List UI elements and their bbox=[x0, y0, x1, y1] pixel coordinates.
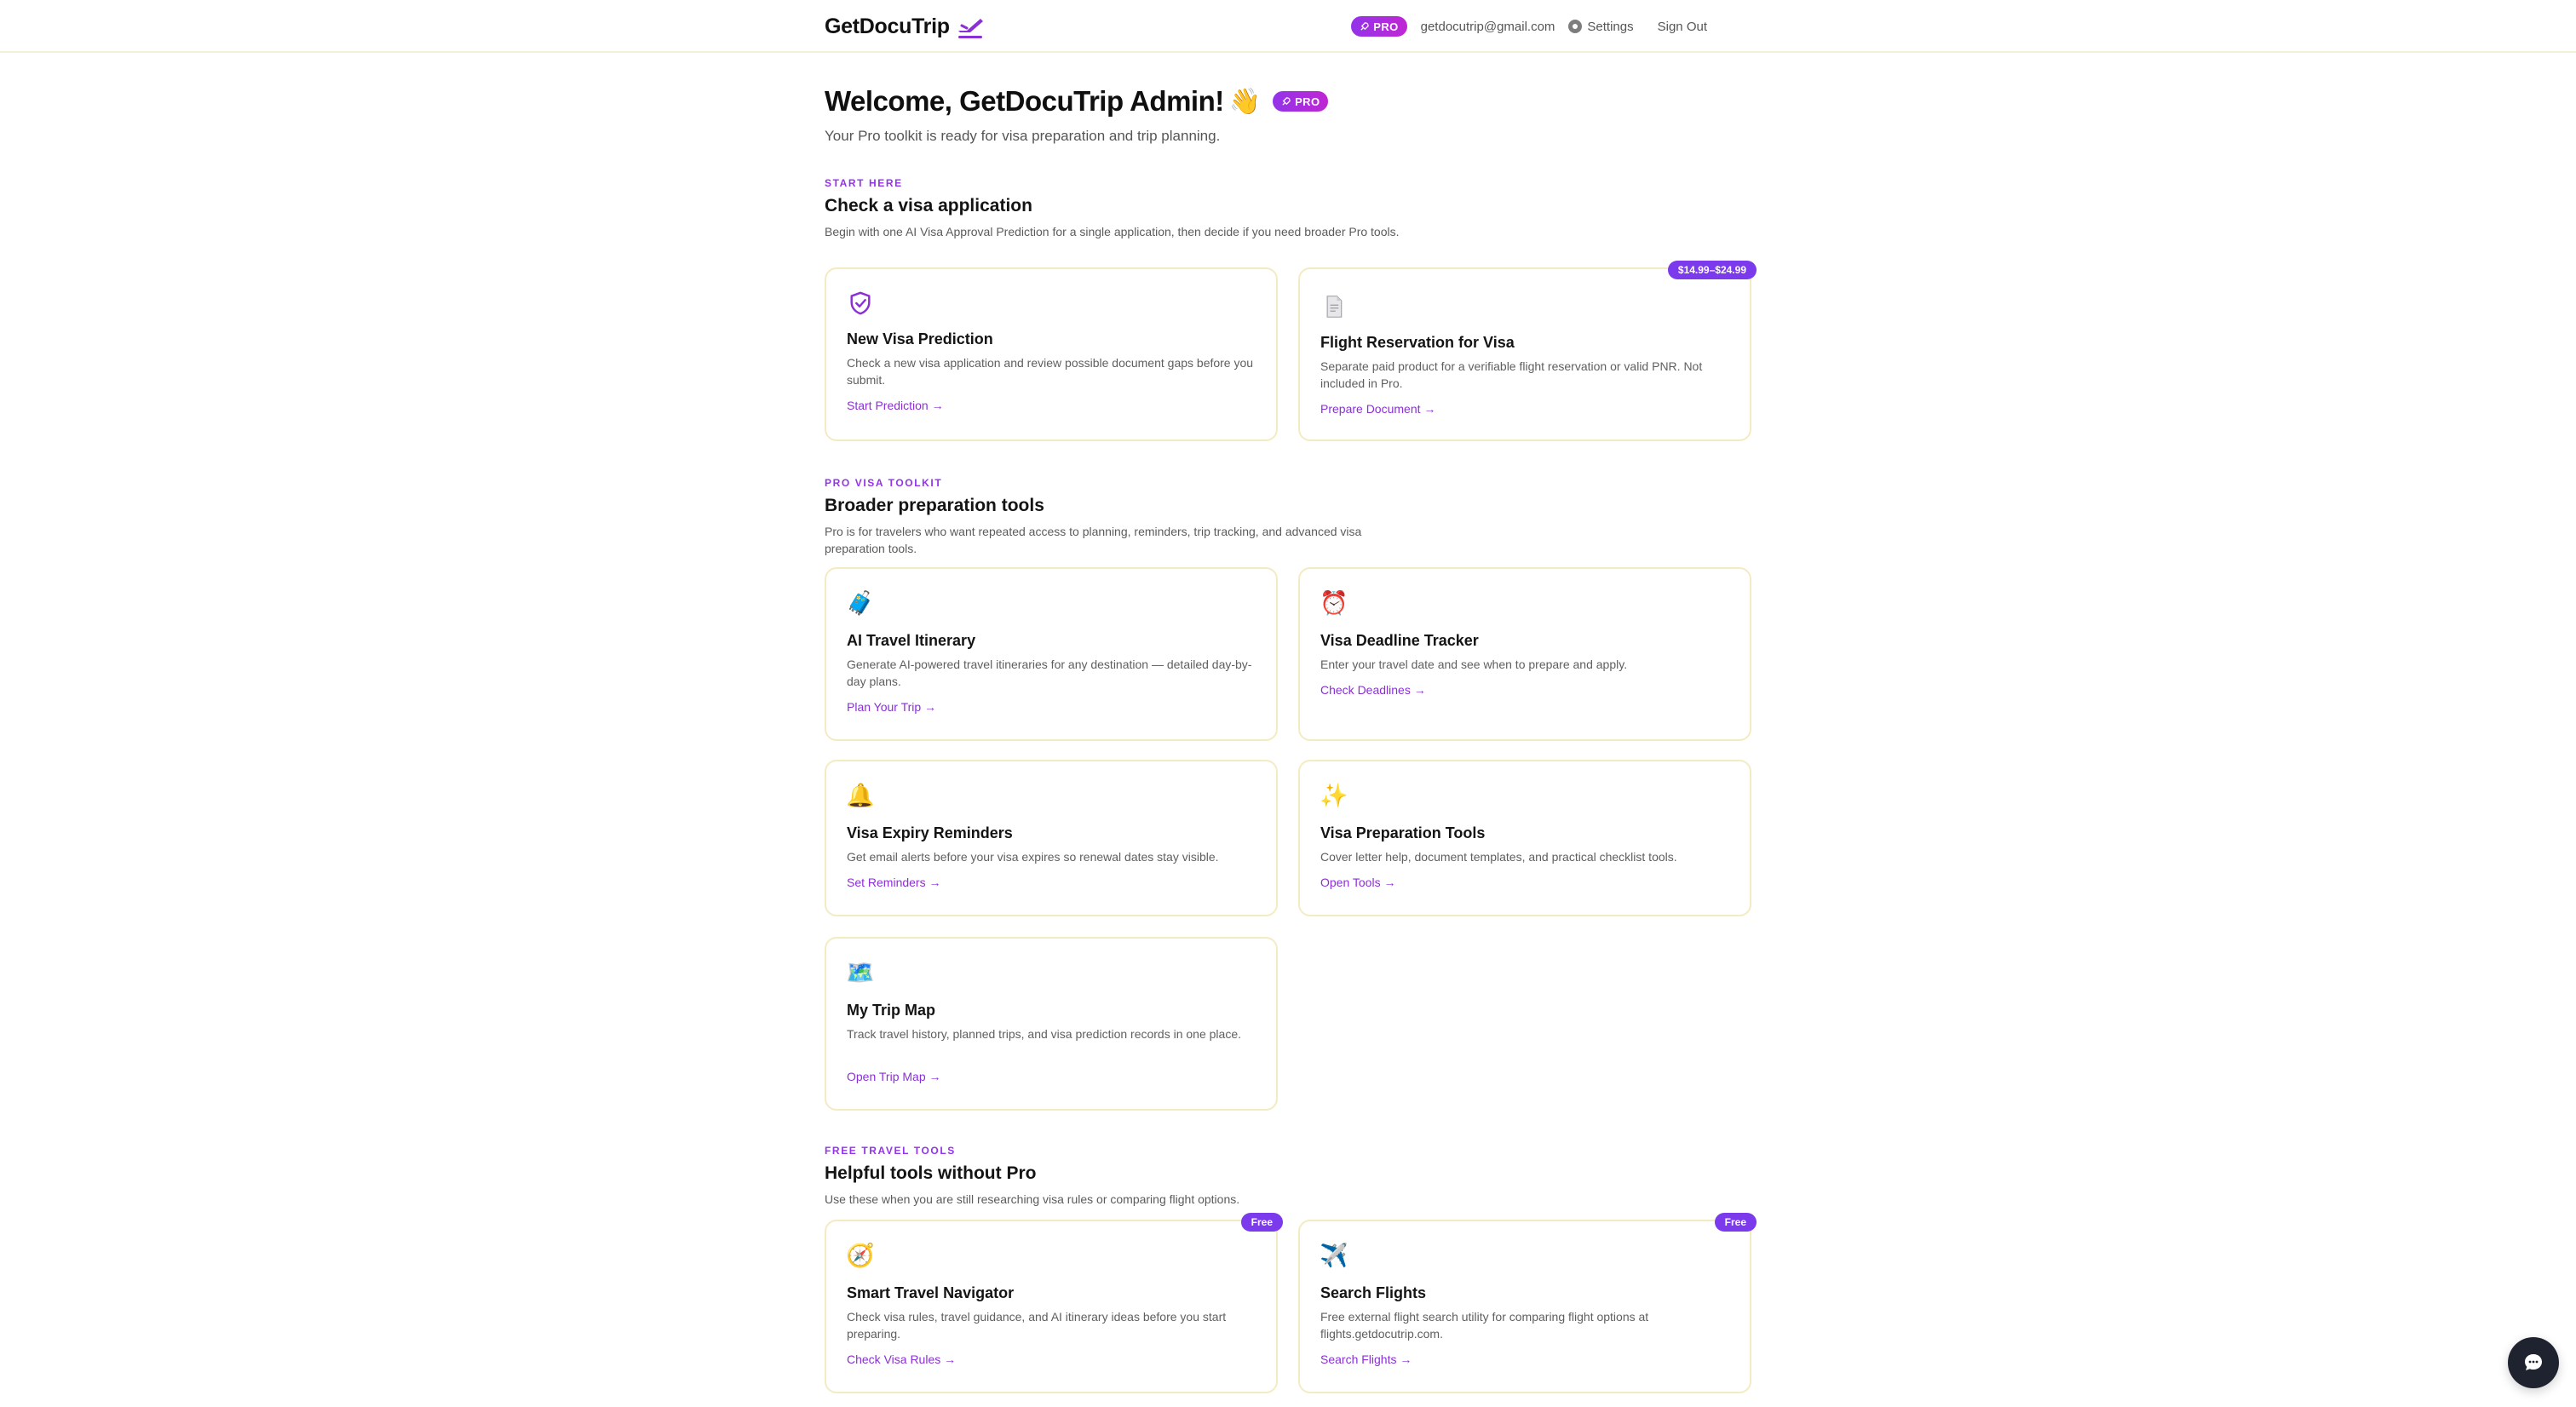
card-title: Flight Reservation for Visa bbox=[1320, 334, 1515, 351]
card-title: Visa Deadline Tracker bbox=[1320, 632, 1479, 649]
welcome-hero: Welcome, GetDocuTrip Admin! 👋 PRO Your P… bbox=[825, 85, 1753, 145]
card-visa-expiry-reminders[interactable]: 🔔 Visa Expiry Reminders Get email alerts… bbox=[825, 760, 1278, 916]
rocket-icon bbox=[1360, 21, 1369, 31]
card-new-visa-prediction[interactable]: New Visa Prediction Check a new visa app… bbox=[825, 267, 1278, 441]
card-description: Get email alerts before your visa expire… bbox=[847, 850, 1219, 864]
map-icon: 🗺️ bbox=[846, 960, 875, 985]
section-description: Pro is for travelers who want repeated a… bbox=[825, 525, 1362, 555]
open-tools-link[interactable]: Open Tools → bbox=[1320, 876, 1395, 889]
sparkles-icon: ✨ bbox=[1320, 783, 1348, 808]
page-title: Welcome, GetDocuTrip Admin! bbox=[825, 85, 1224, 117]
bell-icon: 🔔 bbox=[846, 783, 875, 808]
card-title: New Visa Prediction bbox=[847, 330, 993, 347]
free-badge: Free bbox=[1714, 1213, 1757, 1232]
check-deadlines-link[interactable]: Check Deadlines → bbox=[1320, 683, 1426, 697]
waving-hand-icon: 👋 bbox=[1228, 87, 1262, 116]
card-title: Smart Travel Navigator bbox=[847, 1284, 1015, 1301]
header-actions: PRO getdocutrip@gmail.com Settings Sign … bbox=[1351, 14, 1707, 38]
rocket-icon bbox=[1282, 96, 1291, 106]
airplane-icon: ✈️ bbox=[1320, 1243, 1348, 1268]
section-eyebrow: PRO VISA TOOLKIT bbox=[825, 477, 943, 489]
open-trip-map-link[interactable]: Open Trip Map → bbox=[847, 1070, 941, 1083]
card-description: Free external flight search utility for … bbox=[1320, 1310, 1649, 1341]
search-flights-link[interactable]: Search Flights → bbox=[1320, 1352, 1412, 1366]
card-title: My Trip Map bbox=[847, 1002, 936, 1019]
page-subtitle: Your Pro toolkit is ready for visa prepa… bbox=[825, 128, 1221, 144]
card-description: Cover letter help, document templates, a… bbox=[1320, 850, 1677, 864]
card-ai-travel-itinerary[interactable]: 🧳 AI Travel Itinerary Generate AI-powere… bbox=[825, 567, 1278, 741]
check-visa-rules-link[interactable]: Check Visa Rules → bbox=[847, 1352, 956, 1366]
plane-takeoff-icon bbox=[957, 19, 983, 38]
card-title: Visa Preparation Tools bbox=[1320, 824, 1486, 841]
set-reminders-link[interactable]: Set Reminders → bbox=[847, 876, 940, 889]
card-description: Check visa rules, travel guidance, and A… bbox=[847, 1310, 1227, 1341]
section-pro-toolkit: PRO VISA TOOLKIT Broader preparation too… bbox=[825, 477, 1753, 557]
pro-badge: PRO bbox=[1273, 91, 1329, 112]
card-my-trip-map[interactable]: 🗺️ My Trip Map Track travel history, pla… bbox=[825, 937, 1278, 1111]
card-flight-reservation[interactable]: $14.99–$24.99 Flight Reservation for Vis… bbox=[1298, 261, 1757, 441]
shield-check-icon bbox=[847, 290, 874, 317]
section-eyebrow: FREE TRAVEL TOOLS bbox=[825, 1145, 956, 1157]
card-title: Visa Expiry Reminders bbox=[847, 824, 1013, 841]
plan-your-trip-link[interactable]: Plan Your Trip → bbox=[847, 700, 936, 714]
sign-out-link[interactable]: Sign Out bbox=[1658, 20, 1707, 34]
section-start-here: START HERE Check a visa application Begi… bbox=[825, 177, 1753, 240]
card-visa-deadline-tracker[interactable]: ⏰ Visa Deadline Tracker Enter your trave… bbox=[1298, 567, 1751, 741]
card-description: Enter your travel date and see when to p… bbox=[1320, 658, 1628, 671]
chat-support-button[interactable] bbox=[2508, 1337, 2559, 1388]
section-title: Broader preparation tools bbox=[825, 496, 1044, 515]
document-icon bbox=[1320, 293, 1348, 320]
card-smart-travel-navigator[interactable]: Free 🧭 Smart Travel Navigator Check visa… bbox=[825, 1213, 1283, 1393]
pro-status-badge: PRO bbox=[1351, 16, 1407, 37]
card-title: AI Travel Itinerary bbox=[847, 632, 976, 649]
price-badge: $14.99–$24.99 bbox=[1667, 261, 1757, 279]
section-description: Use these when you are still researching… bbox=[825, 1192, 1240, 1206]
card-description: Generate AI-powered travel itineraries f… bbox=[847, 658, 1252, 688]
chat-bubble-icon bbox=[2525, 1354, 2542, 1370]
section-free-tools: FREE TRAVEL TOOLS Helpful tools without … bbox=[825, 1145, 1753, 1208]
compass-icon: 🧭 bbox=[846, 1243, 875, 1268]
luggage-icon: 🧳 bbox=[846, 590, 875, 616]
section-title: Check a visa application bbox=[825, 196, 1032, 215]
card-description: Check a new visa application and review … bbox=[847, 356, 1254, 387]
alarm-clock-icon: ⏰ bbox=[1320, 590, 1348, 616]
top-navigation-bar: GetDocuTrip PRO getdocutrip@gmail.com Se… bbox=[0, 0, 2576, 53]
section-eyebrow: START HERE bbox=[825, 177, 903, 189]
brand-name: GetDocuTrip bbox=[825, 14, 950, 38]
card-visa-preparation-tools[interactable]: ✨ Visa Preparation Tools Cover letter he… bbox=[1298, 760, 1751, 916]
card-description: Track travel history, planned trips, and… bbox=[847, 1027, 1242, 1041]
gear-icon bbox=[1568, 20, 1583, 33]
free-badge: Free bbox=[1240, 1213, 1283, 1232]
prepare-document-link[interactable]: Prepare Document → bbox=[1320, 402, 1435, 416]
section-title: Helpful tools without Pro bbox=[825, 1163, 1037, 1183]
brand-logo[interactable]: GetDocuTrip bbox=[825, 12, 986, 41]
start-prediction-link[interactable]: Start Prediction → bbox=[847, 399, 944, 412]
user-email: getdocutrip@gmail.com bbox=[1420, 19, 1555, 34]
section-description: Begin with one AI Visa Approval Predicti… bbox=[825, 225, 1400, 238]
card-search-flights[interactable]: Free ✈️ Search Flights Free external fli… bbox=[1298, 1213, 1757, 1393]
card-description: Separate paid product for a verifiable f… bbox=[1320, 359, 1703, 390]
card-title: Search Flights bbox=[1320, 1284, 1427, 1301]
settings-link[interactable]: Settings bbox=[1568, 20, 1634, 34]
